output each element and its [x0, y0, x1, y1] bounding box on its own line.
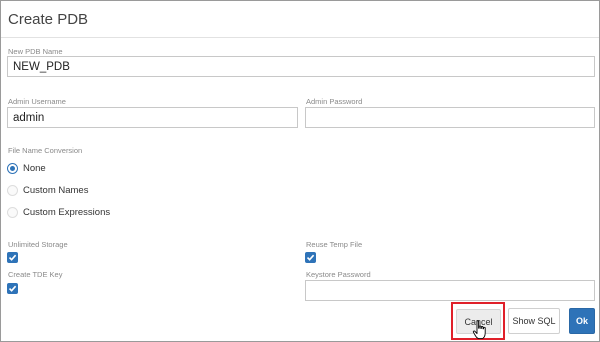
show-sql-button[interactable]: Show SQL — [508, 308, 560, 334]
admin-username-label: Admin Username — [8, 97, 66, 106]
check-icon — [8, 285, 17, 292]
unlimited-storage-checkbox[interactable] — [7, 252, 18, 263]
reuse-temp-file-checkbox[interactable] — [305, 252, 316, 263]
radio-option-custom-names[interactable]: Custom Names — [7, 183, 88, 197]
radio-custom-names-label: Custom Names — [23, 184, 89, 196]
radio-custom-names-button[interactable] — [7, 184, 18, 196]
radio-custom-expressions-button[interactable] — [7, 206, 18, 218]
keystore-password-input[interactable] — [305, 280, 595, 301]
keystore-password-label: Keystore Password — [306, 270, 371, 279]
admin-password-label: Admin Password — [306, 97, 363, 106]
create-tde-key-label: Create TDE Key — [8, 270, 63, 279]
title-divider — [1, 37, 599, 38]
radio-none-button[interactable] — [7, 162, 18, 174]
radio-custom-expressions-label: Custom Expressions — [23, 206, 111, 218]
radio-option-custom-expressions[interactable]: Custom Expressions — [7, 205, 110, 219]
create-pdb-dialog: Create PDB New PDB Name Admin Username A… — [0, 0, 600, 342]
file-name-conversion-label: File Name Conversion — [8, 146, 83, 155]
check-icon — [8, 254, 17, 261]
radio-none-label: None — [23, 162, 46, 174]
reuse-temp-file-label: Reuse Temp File — [306, 240, 363, 249]
hand-pointer-icon — [472, 320, 486, 340]
radio-option-none[interactable]: None — [7, 161, 46, 175]
pdb-name-label: New PDB Name — [8, 47, 63, 56]
admin-username-input[interactable] — [7, 107, 298, 128]
dialog-title: Create PDB — [8, 11, 89, 28]
check-icon — [306, 254, 315, 261]
admin-password-input[interactable] — [305, 107, 595, 128]
pdb-name-input[interactable] — [7, 56, 595, 77]
unlimited-storage-label: Unlimited Storage — [8, 240, 68, 249]
ok-button[interactable]: Ok — [569, 308, 595, 334]
create-tde-key-checkbox[interactable] — [7, 283, 18, 294]
